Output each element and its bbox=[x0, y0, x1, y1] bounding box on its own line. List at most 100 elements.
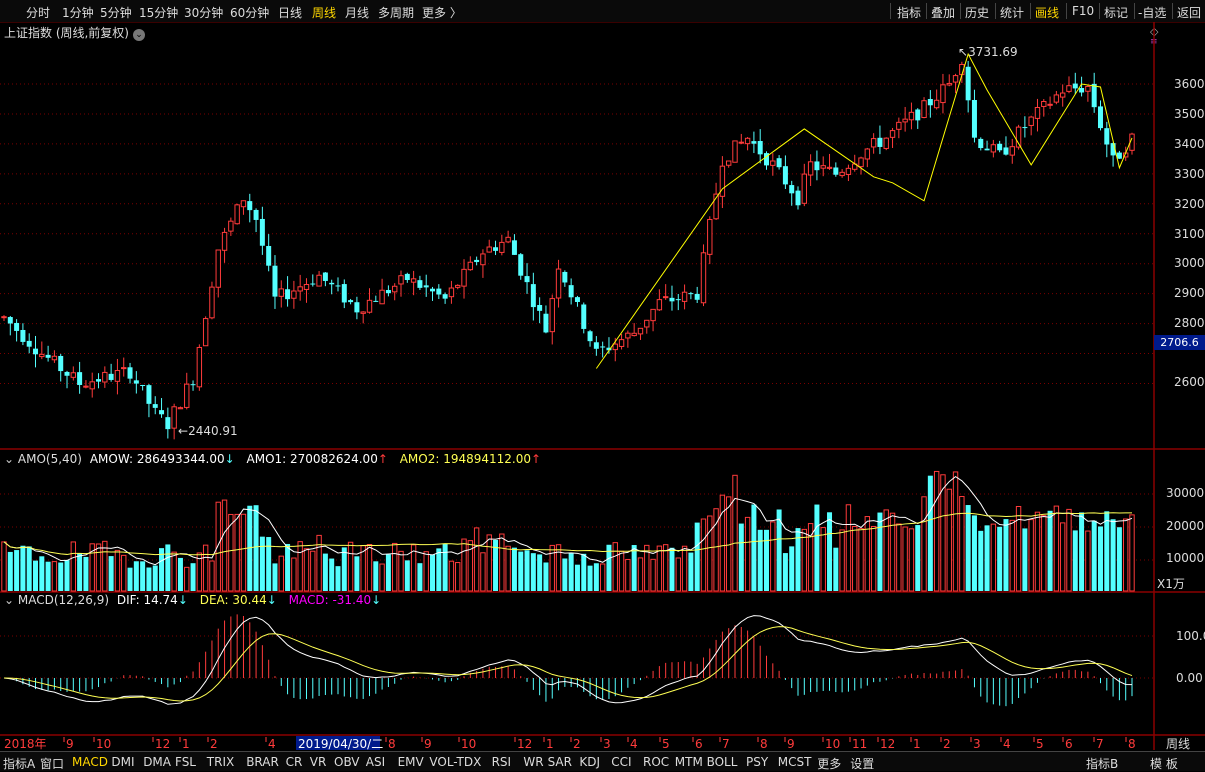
candle-body bbox=[933, 99, 940, 109]
candle-body bbox=[826, 166, 833, 169]
amo-bar bbox=[303, 548, 310, 592]
candle-body bbox=[417, 280, 423, 288]
time-mark: 8 bbox=[760, 737, 768, 751]
indicator-tab-kdj[interactable]: KDJ bbox=[579, 755, 600, 769]
candle-body bbox=[864, 148, 871, 160]
time-mark: 5 bbox=[1036, 737, 1044, 751]
current-price-tag: 2706.6 bbox=[1154, 335, 1205, 350]
indicator-tab-mtm[interactable]: MTM bbox=[675, 755, 703, 769]
amo-bars bbox=[1, 470, 1135, 592]
amo-bar bbox=[1079, 512, 1085, 591]
candle-body bbox=[782, 166, 788, 185]
indicator-tab-boll[interactable]: BOLL bbox=[707, 755, 738, 769]
candle-body bbox=[341, 284, 347, 303]
amo-bar bbox=[681, 545, 688, 592]
amo-bar bbox=[764, 529, 770, 591]
indicator-tab-brar[interactable]: BRAR bbox=[246, 755, 279, 769]
candle-body bbox=[568, 285, 574, 298]
candle-body bbox=[1091, 83, 1097, 108]
candle-body bbox=[360, 311, 366, 314]
price-tick: 3200 bbox=[1174, 197, 1205, 211]
window-tab[interactable]: 窗口 bbox=[40, 755, 64, 772]
indicator-tab-vol-tdx[interactable]: VOL-TDX bbox=[429, 755, 481, 769]
candle-body bbox=[669, 297, 675, 302]
candlestick-series bbox=[1, 60, 1135, 440]
candle-body bbox=[1053, 94, 1060, 103]
amo-bar bbox=[719, 494, 726, 592]
indicator-a-tab[interactable]: 指标A bbox=[3, 755, 35, 772]
candle-body bbox=[776, 158, 782, 168]
candle-body bbox=[505, 236, 511, 243]
candle-body bbox=[108, 373, 114, 380]
indicator-tab-roc[interactable]: ROC bbox=[643, 755, 669, 769]
indicator-tab-rsi[interactable]: RSI bbox=[492, 755, 512, 769]
amo-label[interactable]: AMO(5,40) bbox=[18, 452, 82, 466]
candle-body bbox=[902, 118, 908, 123]
indicator-tab-fsl[interactable]: FSL bbox=[175, 755, 196, 769]
indicator-b-tab[interactable]: 指标B bbox=[1086, 755, 1118, 772]
amo-bar bbox=[1072, 530, 1078, 591]
indicator-tab-更多[interactable]: 更多 bbox=[817, 755, 841, 772]
candle-body bbox=[978, 138, 984, 149]
candle-body bbox=[467, 261, 474, 271]
candle-body bbox=[272, 265, 278, 297]
amo-bar bbox=[877, 512, 883, 591]
indicator-tab-macd[interactable]: MACD bbox=[72, 755, 108, 769]
amo-bar bbox=[430, 554, 436, 591]
amo-bar bbox=[933, 470, 940, 592]
candle-body bbox=[537, 304, 543, 311]
candle-body bbox=[662, 296, 669, 299]
indicator-tab-vr[interactable]: VR bbox=[310, 755, 327, 769]
amo-bar bbox=[625, 558, 631, 592]
chevron-down-icon[interactable]: ⌄ bbox=[4, 452, 14, 466]
candle-body bbox=[738, 141, 744, 144]
candle-body bbox=[1003, 147, 1009, 155]
time-mark: 11 bbox=[852, 737, 867, 751]
candle-body bbox=[744, 137, 751, 145]
indicator-tab-emv[interactable]: EMV bbox=[398, 755, 424, 769]
amo-bar bbox=[700, 518, 707, 592]
candle-body bbox=[612, 343, 618, 351]
indicator-tab-wr[interactable]: WR bbox=[523, 755, 543, 769]
amo-bar bbox=[997, 526, 1003, 591]
candle-body bbox=[486, 246, 492, 253]
dif-value: DIF: 14.74 bbox=[116, 593, 178, 607]
amo-bar bbox=[26, 546, 32, 591]
indicator-tab-dma[interactable]: DMA bbox=[143, 755, 171, 769]
candle-body bbox=[14, 322, 20, 331]
price-tick: 2600 bbox=[1174, 375, 1205, 389]
indicator-tab-cr[interactable]: CR bbox=[286, 755, 303, 769]
chevron-down-icon[interactable]: ⌄ bbox=[4, 593, 14, 607]
candle-body bbox=[215, 249, 221, 288]
amo-bar bbox=[436, 548, 442, 591]
time-mark: 4 bbox=[630, 737, 638, 751]
amo-bar bbox=[77, 553, 83, 591]
indicator-tab-asi[interactable]: ASI bbox=[366, 755, 385, 769]
candle-body bbox=[524, 276, 530, 283]
candle-body bbox=[33, 348, 39, 355]
time-mark: 4 bbox=[1003, 737, 1011, 751]
time-mark: 1 bbox=[913, 737, 921, 751]
candle-body bbox=[700, 252, 707, 304]
template-tab[interactable]: 模 板 bbox=[1150, 755, 1178, 772]
indicator-tab-sar[interactable]: SAR bbox=[548, 755, 572, 769]
indicator-tab-obv[interactable]: OBV bbox=[334, 755, 360, 769]
candle-body bbox=[530, 284, 536, 308]
amo-bar bbox=[379, 563, 385, 592]
kline-chart[interactable]: 3600 3500 3400 3300 3200 3100 3000 2900 … bbox=[0, 0, 1205, 770]
indicator-tab-mcst[interactable]: MCST bbox=[778, 755, 812, 769]
indicator-tab-psy[interactable]: PSY bbox=[746, 755, 768, 769]
amo-bar bbox=[902, 526, 908, 592]
candle-body bbox=[1072, 83, 1078, 89]
indicator-tab-trix[interactable]: TRIX bbox=[207, 755, 234, 769]
candle-body bbox=[202, 318, 209, 347]
indicator-tab-dmi[interactable]: DMI bbox=[111, 755, 134, 769]
amo-bar bbox=[152, 565, 158, 591]
indicator-tab-cci[interactable]: CCI bbox=[611, 755, 631, 769]
amo-bar bbox=[1122, 518, 1129, 592]
macd-label[interactable]: MACD(12,26,9) bbox=[18, 593, 109, 607]
amo-bar bbox=[177, 557, 183, 591]
amo2-value: AMO2: 194894112.00 bbox=[399, 452, 532, 466]
indicator-tab-设置[interactable]: 设置 bbox=[850, 755, 874, 772]
candle-body bbox=[146, 385, 152, 404]
